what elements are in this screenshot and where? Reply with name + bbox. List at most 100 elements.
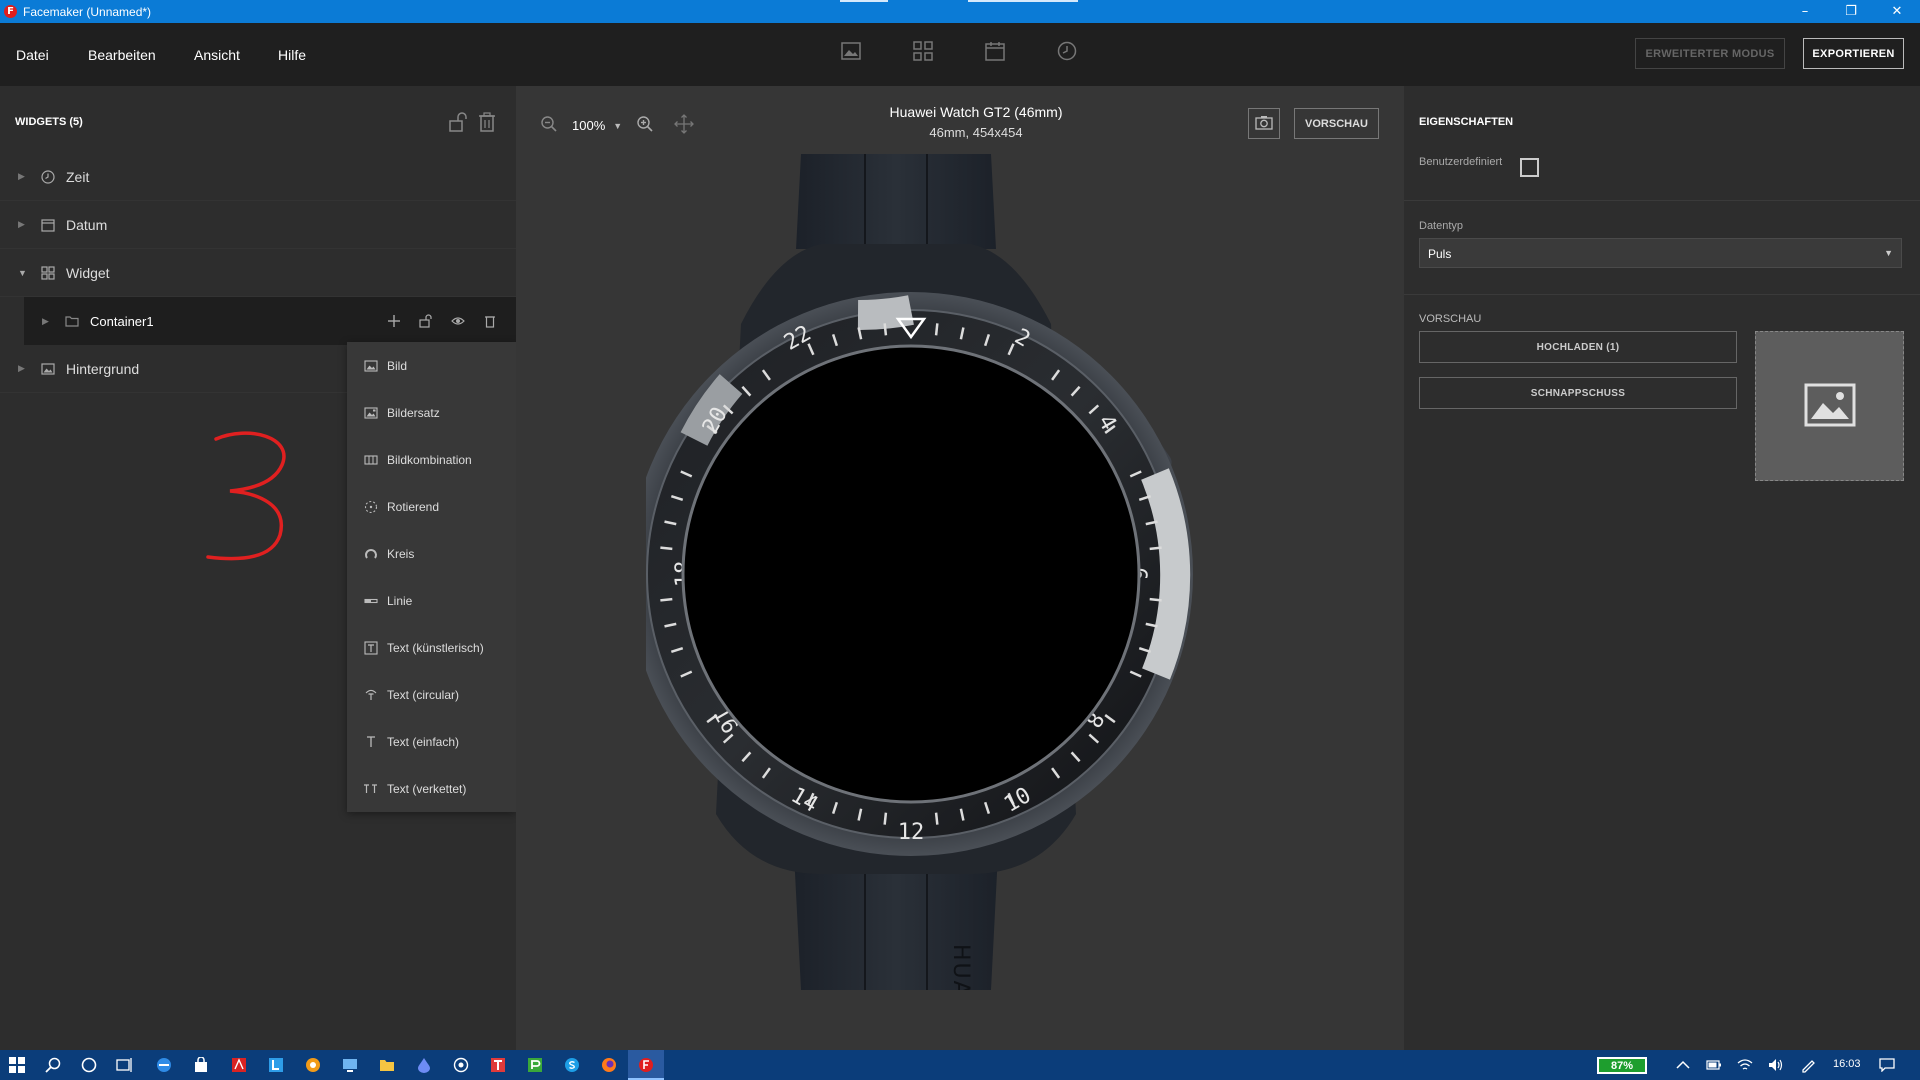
wifi-icon[interactable] — [1736, 1056, 1754, 1074]
custom-checkbox[interactable] — [1520, 158, 1539, 177]
file-explorer-icon[interactable] — [378, 1056, 396, 1074]
minimize-button[interactable]: – — [1782, 0, 1828, 23]
tree-item-label: Hintergrund — [66, 360, 140, 377]
restore-button[interactable]: ❐ — [1828, 0, 1874, 23]
app-green-icon[interactable] — [526, 1056, 544, 1074]
menu-item-label: Text (verkettet) — [387, 781, 467, 796]
grid-view-icon[interactable] — [912, 40, 934, 62]
menu-datei[interactable]: Datei — [16, 47, 49, 63]
menu-item-label: Bildersatz — [387, 405, 440, 420]
tree-item-datum[interactable]: ▶ Datum — [0, 201, 516, 249]
menu-item-bildersatz[interactable]: Bildersatz — [347, 389, 516, 436]
eye-icon[interactable] — [450, 313, 466, 329]
store-icon[interactable] — [192, 1056, 210, 1074]
advanced-mode-button[interactable]: ERWEITERTER MODUS — [1635, 38, 1785, 69]
close-button[interactable]: ✕ — [1874, 0, 1920, 23]
menu-ansicht[interactable]: Ansicht — [194, 47, 240, 63]
windows-start-icon[interactable] — [8, 1056, 26, 1074]
expand-arrow-icon[interactable]: ▶ — [18, 219, 28, 230]
properties-header: EIGENSCHAFTEN — [1419, 116, 1514, 128]
cortana-icon[interactable] — [80, 1056, 98, 1074]
menu-item-text-kuenstlerisch[interactable]: Text (künstlerisch) — [347, 624, 516, 671]
calendar-view-icon[interactable] — [984, 40, 1006, 62]
datatype-select[interactable]: Puls ▼ — [1419, 238, 1902, 268]
app-drop-icon[interactable] — [415, 1056, 433, 1074]
menu-item-rotierend[interactable]: Rotierend — [347, 483, 516, 530]
menu-item-label: Text (circular) — [387, 687, 460, 702]
pan-move-icon[interactable] — [674, 114, 695, 137]
unlock-icon[interactable] — [448, 112, 468, 132]
add-icon[interactable] — [386, 313, 402, 329]
pen-icon[interactable] — [1799, 1056, 1817, 1074]
menu-item-text-verkettet[interactable]: Text (verkettet) — [347, 765, 516, 812]
container-row-tools — [370, 297, 498, 345]
menu-item-text-circular[interactable]: Text (circular) — [347, 671, 516, 718]
menu-item-bild[interactable]: Bild — [347, 342, 516, 389]
edge-browser-icon[interactable] — [155, 1056, 173, 1074]
expand-arrow-icon[interactable]: ▶ — [18, 363, 28, 374]
expand-arrow-icon[interactable]: ▶ — [42, 316, 52, 327]
menu-hilfe[interactable]: Hilfe — [278, 47, 306, 63]
zoom-in-icon[interactable] — [636, 115, 654, 136]
custom-label: Benutzerdefiniert — [1419, 156, 1503, 168]
search-icon[interactable] — [44, 1056, 62, 1074]
skype-icon[interactable] — [563, 1056, 581, 1074]
battery-icon[interactable] — [1705, 1056, 1723, 1074]
export-button[interactable]: EXPORTIEREN — [1803, 38, 1904, 69]
bezel-tick — [1149, 597, 1162, 602]
snapshot-camera-button[interactable] — [1248, 108, 1280, 139]
acrobat-icon[interactable] — [230, 1056, 248, 1074]
tree-item-label: Container1 — [90, 313, 154, 329]
taskbar-clock[interactable]: 16:03 — [1833, 1058, 1861, 1070]
zoom-level[interactable]: 100% — [572, 118, 605, 133]
app-monitor-icon[interactable] — [341, 1056, 359, 1074]
collapse-arrow-icon[interactable]: ▼ — [18, 268, 28, 278]
zoom-dropdown-icon[interactable]: ▼ — [613, 121, 622, 131]
datatype-value: Puls — [1428, 247, 1452, 261]
text-icon — [363, 735, 379, 749]
title-tab-indicators — [840, 0, 1118, 23]
trash-icon[interactable] — [478, 112, 498, 132]
image-combination-icon — [363, 453, 379, 467]
upload-button[interactable]: HOCHLADEN (1) — [1419, 331, 1737, 363]
menu-item-label: Bildkombination — [387, 452, 472, 467]
menu-item-label: Text (künstlerisch) — [387, 640, 484, 655]
facemaker-app-icon[interactable] — [637, 1056, 655, 1074]
image-preview[interactable] — [1755, 331, 1904, 481]
image-placeholder-icon — [1804, 383, 1856, 430]
app-red-t-icon[interactable] — [489, 1056, 507, 1074]
window-controls: – ❐ ✕ — [1782, 0, 1920, 23]
watch-display[interactable] — [681, 344, 1141, 804]
firefox-icon[interactable] — [600, 1056, 618, 1074]
tree-item-zeit[interactable]: ▶ Zeit — [0, 153, 516, 201]
bezel-tick — [883, 812, 888, 825]
tree-item-widget[interactable]: ▼ Widget — [0, 249, 516, 297]
chevron-up-icon[interactable] — [1674, 1056, 1692, 1074]
snapshot-button[interactable]: SCHNAPPSCHUSS — [1419, 377, 1737, 409]
text-circular-icon — [363, 688, 379, 702]
tree-item-container1[interactable]: ▶ Container1 — [24, 297, 516, 345]
menu-item-bildkombination[interactable]: Bildkombination — [347, 436, 516, 483]
menu-item-kreis[interactable]: Kreis — [347, 530, 516, 577]
battery-indicator[interactable]: 87% — [1597, 1057, 1647, 1074]
grid-icon — [40, 265, 56, 281]
notification-icon[interactable] — [1878, 1056, 1896, 1074]
expand-arrow-icon[interactable]: ▶ — [18, 171, 28, 182]
menu-bearbeiten[interactable]: Bearbeiten — [88, 47, 156, 63]
clock-view-icon[interactable] — [1056, 40, 1078, 62]
task-view-icon[interactable] — [116, 1056, 134, 1074]
zoom-out-icon[interactable] — [540, 115, 558, 136]
title-tab-indicator — [840, 0, 888, 2]
menu-item-text-einfach[interactable]: Text (einfach) — [347, 718, 516, 765]
calendar-icon — [40, 217, 56, 233]
volume-icon[interactable] — [1767, 1056, 1785, 1074]
preview-button[interactable]: VORSCHAU — [1294, 108, 1379, 139]
l-app-icon[interactable] — [267, 1056, 285, 1074]
app-orange-icon[interactable] — [304, 1056, 322, 1074]
trash-icon[interactable] — [482, 313, 498, 329]
image-view-icon[interactable] — [840, 40, 862, 62]
canvas-area: 100% ▼ Huawei Watch GT2 (46mm) 46mm, 454… — [516, 86, 1404, 1050]
menu-item-linie[interactable]: Linie — [347, 577, 516, 624]
unlock-icon[interactable] — [418, 313, 434, 329]
app-globe-icon[interactable] — [452, 1056, 470, 1074]
